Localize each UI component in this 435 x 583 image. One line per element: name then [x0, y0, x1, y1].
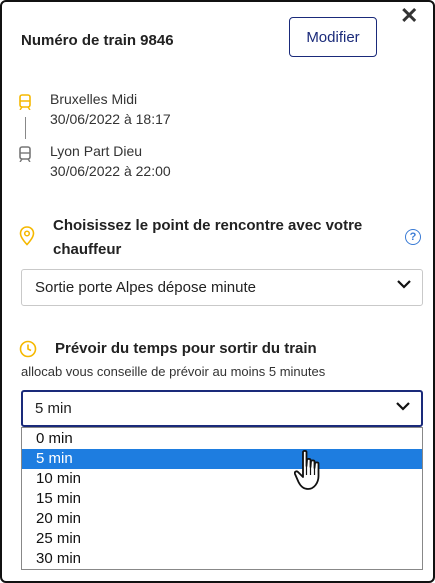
arrival-station: Lyon Part Dieu — [50, 143, 143, 159]
exit-time-selected-value: 5 min — [35, 400, 72, 417]
exit-time-hint: allocab vous conseille de prévoir au moi… — [21, 364, 326, 379]
dropdown-option-highlighted[interactable]: 5 min — [22, 449, 422, 469]
dropdown-option[interactable]: 30 min — [22, 549, 422, 569]
help-icon[interactable]: ? — [405, 229, 421, 245]
chevron-down-icon — [397, 280, 411, 289]
meeting-point-selected-value: Sortie porte Alpes dépose minute — [35, 279, 256, 296]
modify-button[interactable]: Modifier — [289, 17, 377, 57]
train-details-panel: Numéro de train 9846 Modifier ✕ Bruxelle… — [0, 0, 435, 583]
location-pin-icon — [19, 226, 35, 246]
page-title: Numéro de train 9846 — [21, 32, 174, 49]
departure-station: Bruxelles Midi — [50, 91, 138, 107]
chevron-down-icon — [396, 402, 410, 411]
dropdown-option[interactable]: 20 min — [22, 509, 422, 529]
dropdown-option[interactable]: 0 min — [22, 429, 422, 449]
route-connector — [25, 117, 26, 139]
exit-time-select[interactable]: 5 min — [21, 390, 423, 427]
dropdown-option[interactable]: 25 min — [22, 529, 422, 549]
train-front-icon-arrival — [19, 146, 31, 162]
train-front-icon-departure — [19, 94, 31, 110]
meeting-point-select[interactable]: Sortie porte Alpes dépose minute — [21, 269, 423, 306]
exit-time-dropdown: 0 min 5 min 10 min 15 min 20 min 25 min … — [21, 427, 423, 570]
hand-pointer-cursor-icon — [294, 449, 320, 490]
meeting-point-title-line1: Choisissez le point de rencontre avec vo… — [53, 217, 363, 234]
close-icon[interactable]: ✕ — [400, 5, 418, 27]
exit-time-title: Prévoir du temps pour sortir du train — [55, 340, 317, 357]
clock-icon — [19, 340, 37, 358]
dropdown-option[interactable]: 15 min — [22, 489, 422, 509]
arrival-datetime: 30/06/2022 à 22:00 — [50, 163, 171, 179]
meeting-point-title-line2: chauffeur — [53, 241, 122, 258]
dropdown-option[interactable]: 10 min — [22, 469, 422, 489]
departure-datetime: 30/06/2022 à 18:17 — [50, 111, 171, 127]
